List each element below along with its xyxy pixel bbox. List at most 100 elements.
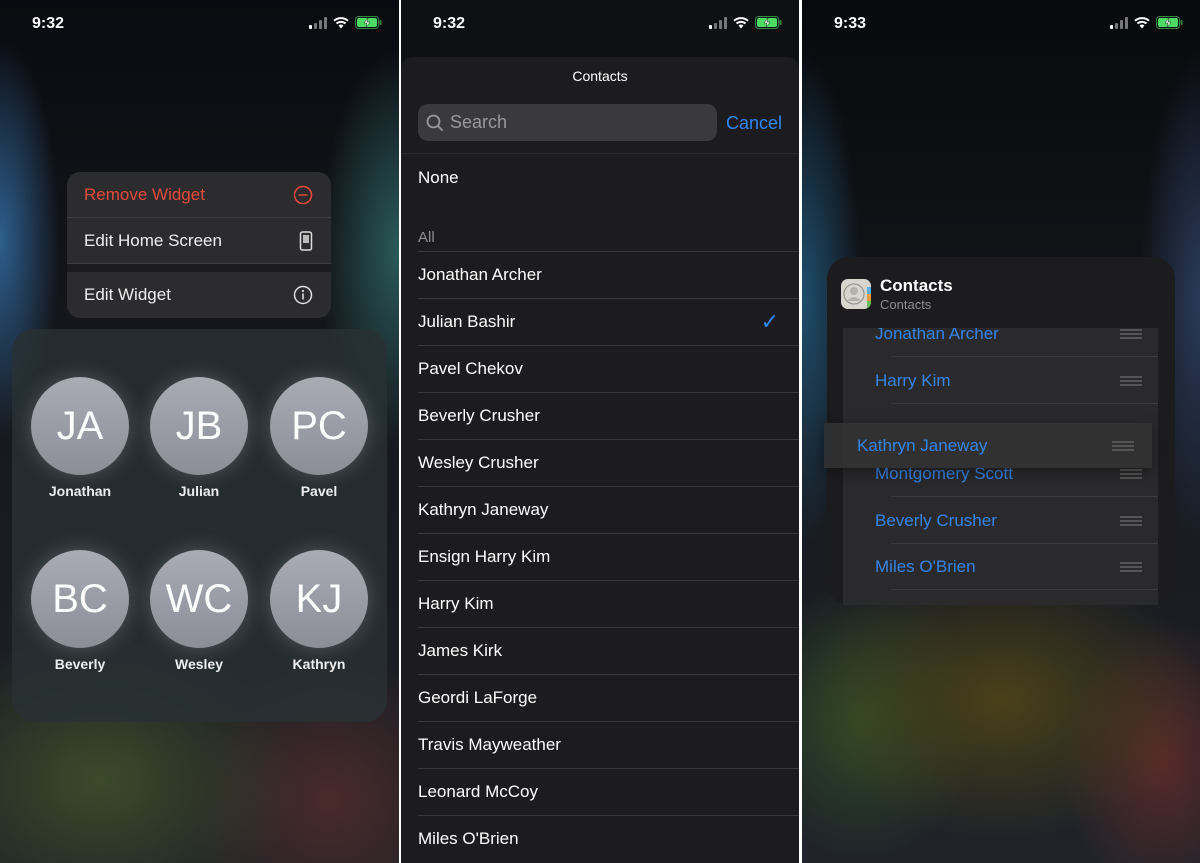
contact-name: Geordi LaForge	[418, 688, 538, 707]
menu-label: Edit Home Screen	[84, 230, 222, 250]
widget-subtitle: Contacts	[880, 297, 932, 312]
avatar-initials: JB	[150, 377, 248, 475]
contact-avatar[interactable]: PC Pavel	[270, 377, 368, 499]
battery-charging-icon	[755, 16, 782, 29]
contact-name: James Kirk	[418, 641, 503, 660]
menu-label: Remove Widget	[84, 184, 205, 204]
contact-name: Julian Bashir	[418, 312, 516, 331]
avatar-name: Wesley	[175, 656, 223, 672]
contact-name: Harry Kim	[418, 594, 494, 613]
edit-widget-panel: 9:33 Contacts Contacts Jonathan Archer Ha…	[802, 0, 1200, 863]
contact-avatar[interactable]: KJ Kathryn	[270, 550, 368, 672]
contact-avatar[interactable]: WC Wesley	[150, 550, 248, 672]
contact-row[interactable]: Beverly Crusher	[418, 392, 799, 439]
contact-row[interactable]: Harry Kim	[843, 358, 1158, 404]
status-icons	[309, 16, 382, 29]
wifi-icon	[333, 16, 349, 28]
wifi-icon	[1134, 16, 1150, 28]
status-time: 9:32	[433, 15, 466, 32]
contact-row[interactable]: Ensign Harry Kim	[418, 533, 799, 580]
none-option[interactable]: None	[401, 153, 799, 200]
row-divider	[891, 496, 1158, 497]
contact-name: Miles O'Brien	[875, 557, 976, 576]
row-divider	[891, 403, 1158, 404]
contacts-app-icon	[841, 279, 871, 309]
reorder-handle-icon[interactable]	[1120, 329, 1142, 339]
cellular-signal-icon	[1110, 16, 1128, 29]
contact-name: Beverly Crusher	[418, 406, 540, 425]
minus-circle-icon	[293, 185, 313, 204]
contact-name: Jonathan Archer	[418, 265, 542, 284]
info-icon	[293, 285, 313, 305]
reorder-handle-icon[interactable]	[1120, 376, 1142, 386]
contact-row[interactable]: Leonard McCoy	[418, 768, 799, 815]
status-bar: 9:33	[802, 0, 1200, 48]
edit-home-screen-item[interactable]: Edit Home Screen	[67, 218, 331, 264]
sheet-title: Contacts	[572, 68, 628, 84]
cancel-button[interactable]: Cancel	[726, 113, 782, 134]
avatar-name: Julian	[178, 483, 220, 499]
avatar-initials: BC	[31, 550, 129, 648]
contact-name: Miles O'Brien	[418, 829, 519, 848]
dragging-contact-row[interactable]: Kathryn Janeway	[824, 423, 1152, 468]
avatar-initials: JA	[31, 377, 129, 475]
menu-separator	[67, 264, 331, 272]
battery-charging-icon	[355, 16, 382, 29]
contact-name: Kathryn Janeway	[857, 435, 988, 455]
contact-avatar[interactable]: JB Julian	[150, 377, 248, 499]
search-input[interactable]: Search	[418, 104, 717, 141]
contact-avatar[interactable]: BC Beverly	[31, 550, 129, 672]
contact-name: Beverly Crusher	[875, 511, 997, 530]
phone-apps-icon	[299, 230, 313, 251]
avatar-name: Pavel	[300, 483, 338, 499]
search-icon	[426, 114, 444, 131]
status-time: 9:32	[32, 15, 65, 32]
avatar-name: Kathryn	[292, 656, 346, 672]
contact-row[interactable]: Pavel Chekov	[418, 345, 799, 392]
contact-name: Travis Mayweather	[418, 735, 561, 754]
search-placeholder: Search	[450, 112, 508, 132]
contact-row[interactable]: Harry Kim	[418, 580, 799, 627]
reorder-handle-icon[interactable]	[1112, 440, 1134, 451]
avatar-initials: WC	[150, 550, 248, 648]
contact-row[interactable]: Beverly Crusher	[843, 498, 1158, 544]
contact-avatar[interactable]: JA Jonathan	[31, 377, 129, 499]
contacts-widget[interactable]: JA Jonathan JB Julian PC Pavel BC Beverly WC…	[12, 329, 387, 722]
contact-name: Harry Kim	[875, 371, 951, 390]
status-time: 9:33	[834, 15, 867, 32]
contact-row[interactable]: Miles O'Brien	[418, 815, 799, 862]
section-header: All	[418, 229, 435, 246]
reorder-handle-icon[interactable]	[1120, 516, 1142, 526]
menu-label: Edit Widget	[84, 285, 171, 304]
reorder-handle-icon[interactable]	[1120, 469, 1142, 479]
cellular-signal-icon	[709, 16, 727, 29]
remove-widget-item[interactable]: Remove Widget	[67, 172, 331, 218]
avatar-initials: PC	[270, 377, 368, 475]
avatar-name: Jonathan	[48, 483, 112, 499]
status-icons	[1110, 16, 1183, 29]
wifi-icon	[733, 16, 749, 28]
contact-picker-panel: 9:32 Contacts Search Cancel None All Jon…	[401, 0, 799, 863]
contact-row[interactable]: Julian Bashir ✓	[418, 298, 799, 345]
contact-row[interactable]: Travis Mayweather	[418, 721, 799, 768]
reorder-handle-icon[interactable]	[1120, 562, 1142, 572]
contact-row[interactable]: Geordi LaForge	[418, 674, 799, 721]
contact-name: Ensign Harry Kim	[418, 547, 551, 566]
edit-widget-item[interactable]: Edit Widget	[67, 272, 331, 318]
contact-row[interactable]: Jonathan Archer	[843, 328, 1158, 357]
home-screen-panel: 9:32 Remove Widget Edit Home Screen Edit…	[0, 0, 399, 863]
contact-list: Jonathan Archer Julian Bashir ✓ Pavel Cheko…	[401, 251, 799, 862]
contact-row[interactable]: Miles O'Brien	[843, 544, 1158, 590]
contact-name: Pavel Chekov	[418, 359, 523, 378]
avatar-name: Beverly	[54, 656, 106, 672]
status-bar: 9:32	[401, 0, 799, 48]
contact-row[interactable]: Kathryn Janeway	[418, 486, 799, 533]
row-divider	[891, 589, 1158, 590]
context-menu: Remove Widget Edit Home Screen Edit Widg…	[67, 172, 331, 318]
contact-row[interactable]: Jonathan Archer	[418, 251, 799, 298]
widget-title: Contacts	[880, 276, 953, 295]
contact-row[interactable]: James Kirk	[418, 627, 799, 674]
status-icons	[709, 16, 782, 29]
contact-row[interactable]: Wesley Crusher	[418, 439, 799, 486]
cellular-signal-icon	[309, 16, 327, 29]
